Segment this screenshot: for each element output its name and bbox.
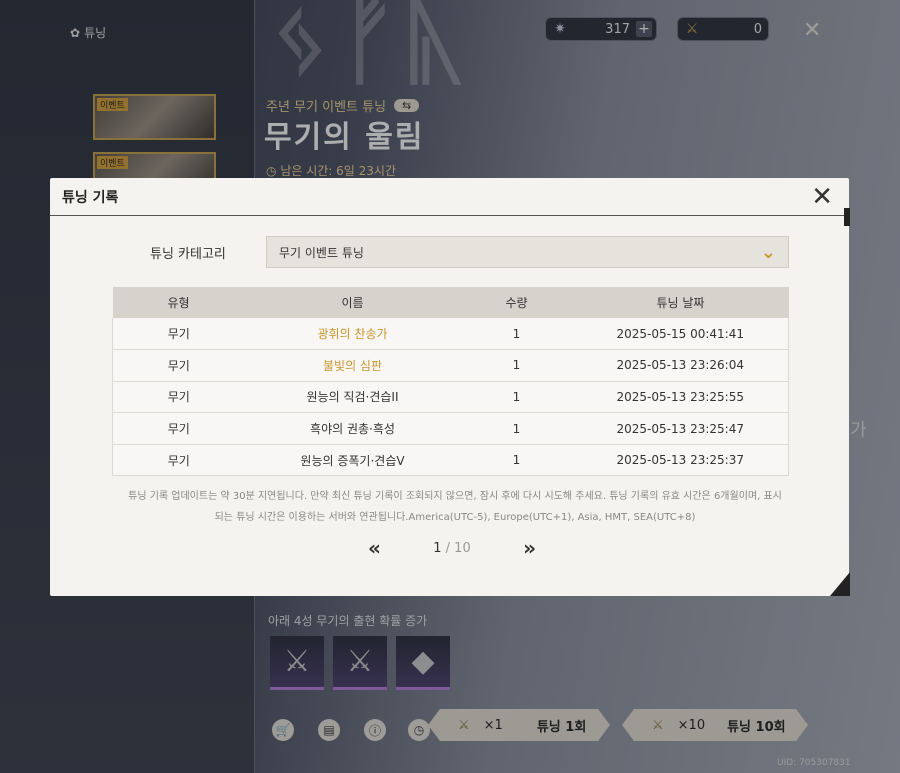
update-notice: 튜닝 기록 업데이트는 약 30분 지연됩니다. 만약 최신 튜닝 기록이 조회… [128, 491, 782, 523]
category-value: 무기 이벤트 튜닝 [279, 245, 364, 260]
column-header: 수량 [460, 287, 573, 318]
pagination: « 1 / 10 » [368, 536, 536, 560]
cell-date: 2025-05-13 23:26:04 [572, 349, 789, 382]
cell-date: 2025-05-13 23:25:47 [572, 412, 789, 445]
cell-date: 2025-05-13 23:25:55 [572, 381, 789, 414]
cell-type: 무기 [112, 349, 245, 382]
modal-title: 튜닝 기록 [62, 189, 119, 206]
page-current: 1 [433, 540, 442, 556]
cell-name: 흑야의 권총·흑성 [244, 412, 461, 445]
decoration [830, 572, 850, 596]
decoration [844, 208, 850, 226]
table-row: 무기 광휘의 찬송가 1 2025-05-15 00:41:41 [112, 318, 789, 351]
cell-date: 2025-05-13 23:25:37 [572, 444, 789, 477]
cell-type: 무기 [112, 412, 245, 445]
page-total: / 10 [445, 540, 471, 556]
table-row: 무기 불빛의 심판 1 2025-05-13 23:26:04 [112, 349, 789, 382]
next-page-icon[interactable]: » [523, 536, 536, 560]
modal-header: 튜닝 기록 ✕ [50, 178, 849, 216]
prev-page-icon[interactable]: « [368, 536, 381, 560]
cell-name: 불빛의 심판 [244, 349, 461, 382]
page-indicator: 1 / 10 [433, 541, 470, 556]
table-row: 무기 원능의 증폭기·견습V 1 2025-05-13 23:25:37 [112, 444, 789, 477]
cell-qty: 1 [460, 318, 573, 351]
close-icon[interactable]: ✕ [811, 182, 833, 212]
column-header: 튜닝 날짜 [572, 287, 789, 318]
cell-type: 무기 [112, 444, 245, 477]
cell-qty: 1 [460, 412, 573, 445]
category-label: 튜닝 카테고리 [150, 246, 226, 262]
cell-name: 원능의 직검·견습II [244, 381, 461, 414]
table-row: 무기 원능의 직검·견습II 1 2025-05-13 23:25:55 [112, 381, 789, 414]
cell-qty: 1 [460, 381, 573, 414]
tuning-record-modal: 튜닝 기록 ✕ 튜닝 카테고리 무기 이벤트 튜닝 ⌄ 유형 이름 수량 튜닝 … [50, 178, 850, 596]
table-header: 유형 이름 수량 튜닝 날짜 [112, 287, 789, 318]
cell-qty: 1 [460, 444, 573, 477]
record-table: 유형 이름 수량 튜닝 날짜 무기 광휘의 찬송가 1 2025-05-15 0… [112, 287, 789, 477]
column-header: 유형 [112, 287, 245, 318]
cell-name: 광휘의 찬송가 [244, 318, 461, 351]
cell-qty: 1 [460, 349, 573, 382]
column-header: 이름 [244, 287, 461, 318]
category-dropdown[interactable]: 무기 이벤트 튜닝 ⌄ [266, 236, 789, 268]
cell-date: 2025-05-15 00:41:41 [572, 318, 789, 351]
cell-name: 원능의 증폭기·견습V [244, 444, 461, 477]
cell-type: 무기 [112, 381, 245, 414]
chevron-down-icon: ⌄ [760, 241, 776, 263]
category-row: 튜닝 카테고리 무기 이벤트 튜닝 ⌄ [150, 236, 789, 268]
cell-type: 무기 [112, 318, 245, 351]
table-row: 무기 흑야의 권총·흑성 1 2025-05-13 23:25:47 [112, 412, 789, 445]
